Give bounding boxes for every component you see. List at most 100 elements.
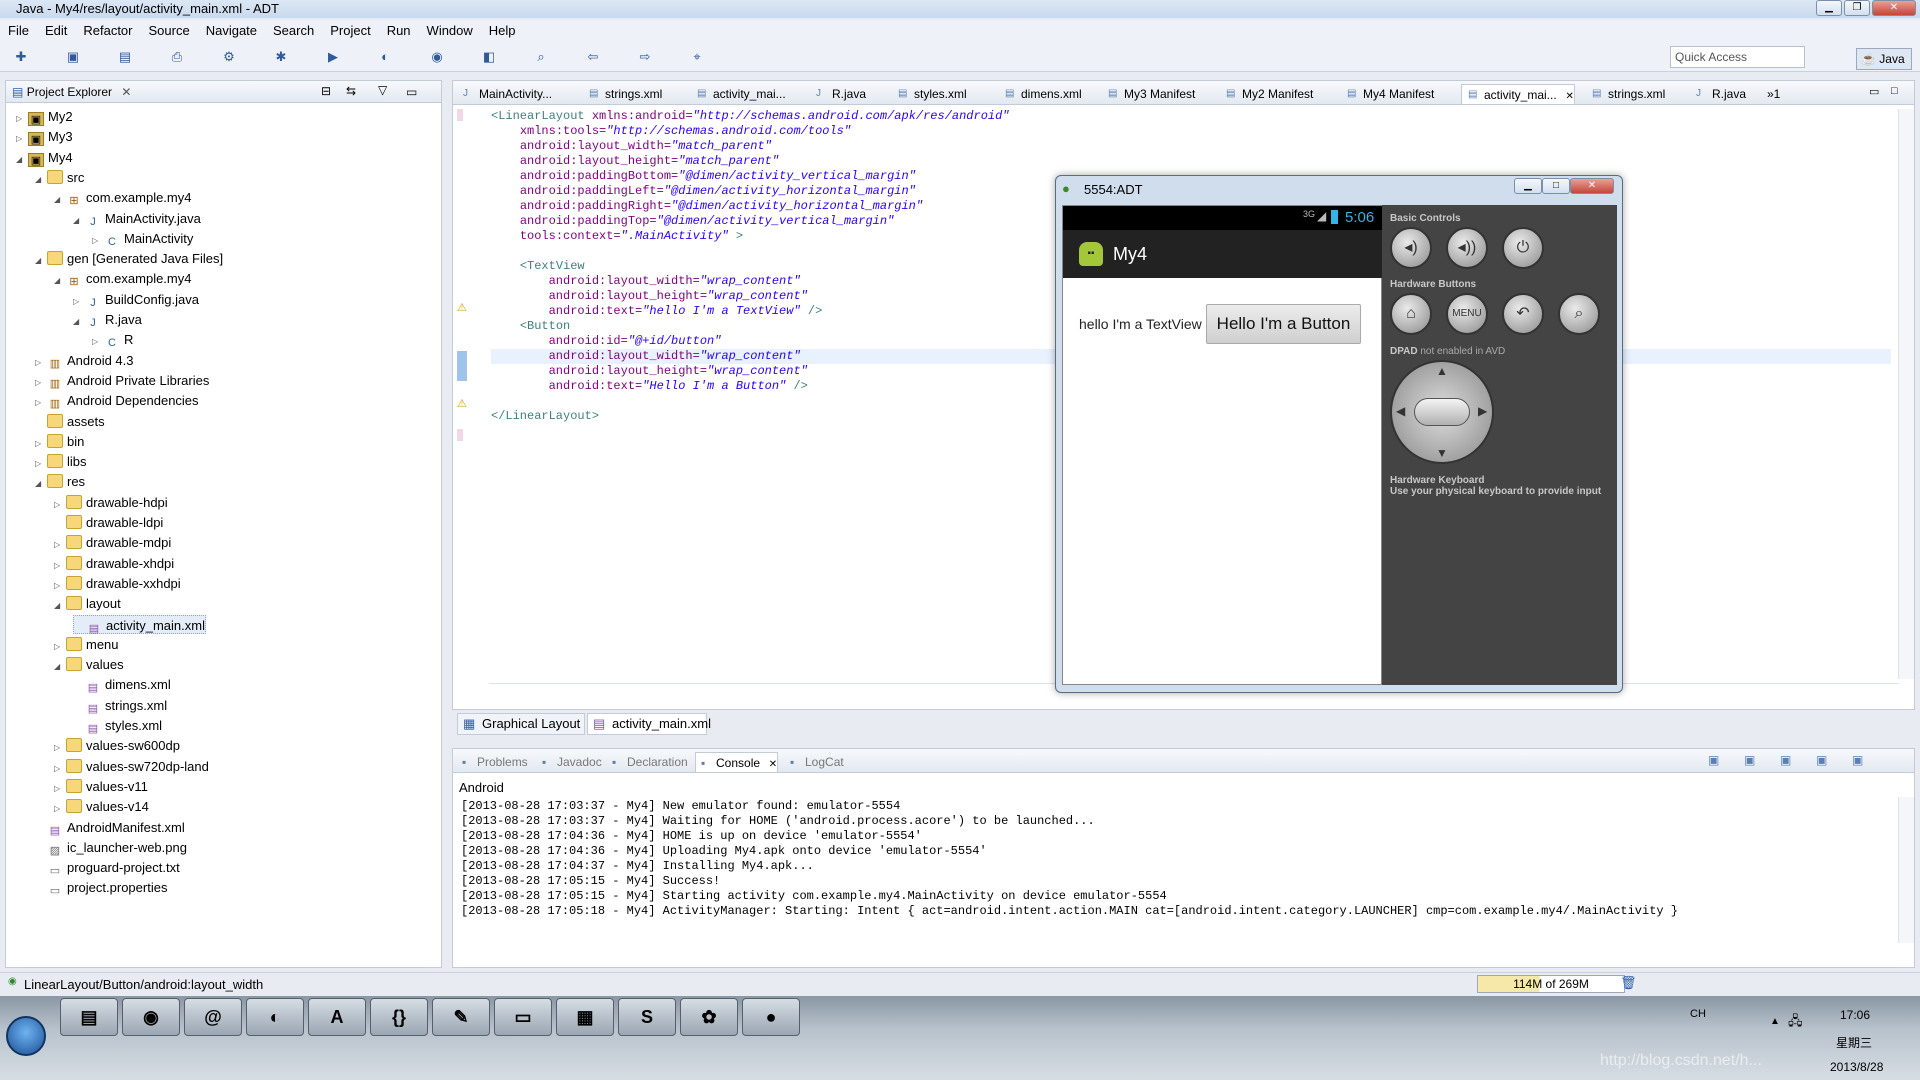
- minimize-view-icon[interactable]: ▭: [406, 85, 417, 99]
- editor-tab[interactable]: ▤ strings.xml: [1586, 84, 1665, 104]
- dpad-up-icon[interactable]: ▲: [1436, 364, 1448, 378]
- open-console-icon[interactable]: ▣: [1852, 753, 1863, 767]
- editor-vertical-scrollbar[interactable]: [1898, 109, 1914, 679]
- spiral-taskbar-icon[interactable]: @: [184, 998, 242, 1036]
- tree-item[interactable]: ▷ ▣ My3: [16, 127, 73, 147]
- emulator-close-button[interactable]: ✕: [1570, 178, 1614, 194]
- power-button[interactable]: ⏻: [1502, 227, 1544, 269]
- tree-item[interactable]: ▷ C MainActivity: [92, 229, 193, 248]
- braces-taskbar-icon[interactable]: {}: [370, 998, 428, 1036]
- paint-taskbar-icon[interactable]: ✿: [680, 998, 738, 1036]
- tree-item[interactable]: ▷ libs: [35, 452, 87, 471]
- editor-tab[interactable]: J MainActivity...: [457, 84, 552, 104]
- new-icon[interactable]: ✚: [12, 48, 30, 66]
- network-icon[interactable]: 🖧: [1788, 1012, 1803, 1034]
- package-taskbar-icon[interactable]: ▦: [556, 998, 614, 1036]
- xml-source-tab[interactable]: ▤ activity_main.xml: [587, 713, 711, 735]
- new-class-icon[interactable]: ◉: [428, 48, 446, 66]
- input-language[interactable]: CH: [1690, 1008, 1706, 1020]
- tree-item[interactable]: ▷ ▥ Android Private Libraries: [35, 371, 209, 390]
- editor-tab[interactable]: J R.java: [1690, 84, 1746, 104]
- expand-toggle-icon[interactable]: ▷: [73, 292, 85, 311]
- quick-access-input[interactable]: Quick Access: [1670, 46, 1805, 68]
- dpad-left-icon[interactable]: ◀: [1396, 404, 1405, 418]
- expand-toggle-icon[interactable]: ▷: [54, 759, 66, 778]
- close-tab-icon[interactable]: ✕: [766, 759, 777, 770]
- expand-toggle-icon[interactable]: ▷: [54, 799, 66, 818]
- expand-toggle-icon[interactable]: ◢: [16, 150, 28, 169]
- editor-tab[interactable]: ▤ activity_mai...: [691, 84, 786, 104]
- chrome-taskbar-icon[interactable]: ◉: [122, 998, 180, 1036]
- show-hidden-icons[interactable]: ▲: [1770, 1016, 1780, 1027]
- collapse-all-icon[interactable]: ⊟: [321, 84, 331, 98]
- start-button[interactable]: [6, 1016, 46, 1056]
- tree-item[interactable]: ◢ layout: [54, 594, 121, 613]
- tree-item[interactable]: ▷ drawable-mdpi: [54, 533, 171, 552]
- expand-toggle-icon[interactable]: ▷: [54, 576, 66, 595]
- emulator-maximize-button[interactable]: □: [1542, 178, 1570, 194]
- debug-icon[interactable]: ✱: [272, 48, 290, 66]
- editor-tab[interactable]: »1: [1767, 84, 1780, 104]
- menu-navigate[interactable]: Navigate: [198, 20, 265, 40]
- pin-console-icon[interactable]: ▣: [1780, 753, 1791, 767]
- editor-tab[interactable]: ▤ My3 Manifest: [1102, 84, 1195, 104]
- garbage-collect-icon[interactable]: 🗑: [1620, 975, 1637, 991]
- search-icon[interactable]: ⌕: [532, 48, 550, 66]
- expand-toggle-icon[interactable]: ▷: [92, 231, 104, 250]
- tree-item[interactable]: ▷ values-v14: [54, 797, 149, 816]
- back-button[interactable]: ↶: [1502, 293, 1544, 335]
- tree-item[interactable]: ▷ values-sw600dp: [54, 736, 180, 755]
- tree-item[interactable]: ◢ res: [35, 472, 85, 491]
- close-view-icon[interactable]: ✕: [121, 85, 131, 99]
- tree-item[interactable]: ▤ strings.xml: [73, 696, 167, 715]
- terminal-taskbar-icon[interactable]: ▭: [494, 998, 552, 1036]
- close-tab-icon[interactable]: ✕: [1563, 91, 1573, 102]
- expand-toggle-icon[interactable]: ◢: [35, 251, 47, 270]
- close-window-button[interactable]: ✕: [1872, 0, 1916, 16]
- tree-item[interactable]: ▷ drawable-hdpi: [54, 493, 168, 512]
- expand-toggle-icon[interactable]: ▷: [54, 495, 66, 514]
- print-icon[interactable]: ⎙: [168, 48, 186, 66]
- save-icon[interactable]: ▣: [64, 48, 82, 66]
- tree-item[interactable]: ▷ C R: [92, 330, 133, 349]
- expand-toggle-icon[interactable]: ▷: [92, 332, 104, 351]
- tree-item[interactable]: ▭ project.properties: [35, 878, 168, 897]
- explorer-taskbar-icon[interactable]: ▤: [60, 998, 118, 1036]
- console-log[interactable]: [2013-08-28 17:03:37 - My4] New emulator…: [461, 799, 1678, 919]
- tree-item[interactable]: ▤ dimens.xml: [73, 675, 171, 694]
- expand-toggle-icon[interactable]: ◢: [73, 211, 85, 230]
- console-tab-declaration[interactable]: ▪ Declaration: [607, 752, 688, 772]
- emulator-minimize-button[interactable]: ▁: [1514, 178, 1542, 194]
- tree-item[interactable]: ▨ ic_launcher-web.png: [35, 838, 187, 857]
- expand-toggle-icon[interactable]: ▷: [35, 353, 47, 372]
- menu-refactor[interactable]: Refactor: [75, 20, 140, 40]
- clear-console-icon[interactable]: ▣: [1708, 753, 1719, 767]
- expand-toggle-icon[interactable]: ◢: [35, 474, 47, 493]
- run-icon[interactable]: ▶: [324, 48, 342, 66]
- expand-toggle-icon[interactable]: ▷: [35, 373, 47, 392]
- expand-toggle-icon[interactable]: ▷: [35, 454, 47, 473]
- display-console-icon[interactable]: ▣: [1816, 753, 1827, 767]
- menu-help[interactable]: Help: [481, 20, 524, 40]
- phone-screen[interactable]: 3G ◢ 5:06 ▪▪ My4 hello I'm a TextView He…: [1062, 205, 1383, 685]
- console-tab-javadoc[interactable]: ▪ Javadoc: [537, 752, 602, 772]
- tree-item[interactable]: ▷ menu: [54, 635, 119, 654]
- coverage-icon[interactable]: ◐: [376, 48, 394, 66]
- home-button[interactable]: ⌂: [1390, 293, 1432, 335]
- tree-item[interactable]: ◢ gen [Generated Java Files]: [35, 249, 223, 268]
- tree-item[interactable]: ▷ ▥ Android Dependencies: [35, 391, 199, 410]
- menu-run[interactable]: Run: [379, 20, 419, 40]
- expand-toggle-icon[interactable]: ▷: [54, 738, 66, 757]
- tree-item[interactable]: ◢ values: [54, 655, 124, 674]
- tree-item[interactable]: ▷ drawable-xhdpi: [54, 554, 174, 573]
- expand-toggle-icon[interactable]: ▷: [16, 109, 28, 128]
- clock-time[interactable]: 17:06: [1840, 1008, 1870, 1022]
- expand-toggle-icon[interactable]: ◢: [54, 271, 66, 290]
- forward-icon[interactable]: ⇨: [636, 48, 654, 66]
- tree-item[interactable]: drawable-ldpi: [54, 513, 163, 532]
- restore-button[interactable]: ❐: [1844, 0, 1870, 16]
- tree-item[interactable]: ▷ ▣ My2: [16, 107, 73, 126]
- tree-item[interactable]: ▷ J BuildConfig.java: [73, 290, 199, 309]
- menu-search[interactable]: Search: [265, 20, 322, 40]
- menu-file[interactable]: File: [0, 20, 37, 40]
